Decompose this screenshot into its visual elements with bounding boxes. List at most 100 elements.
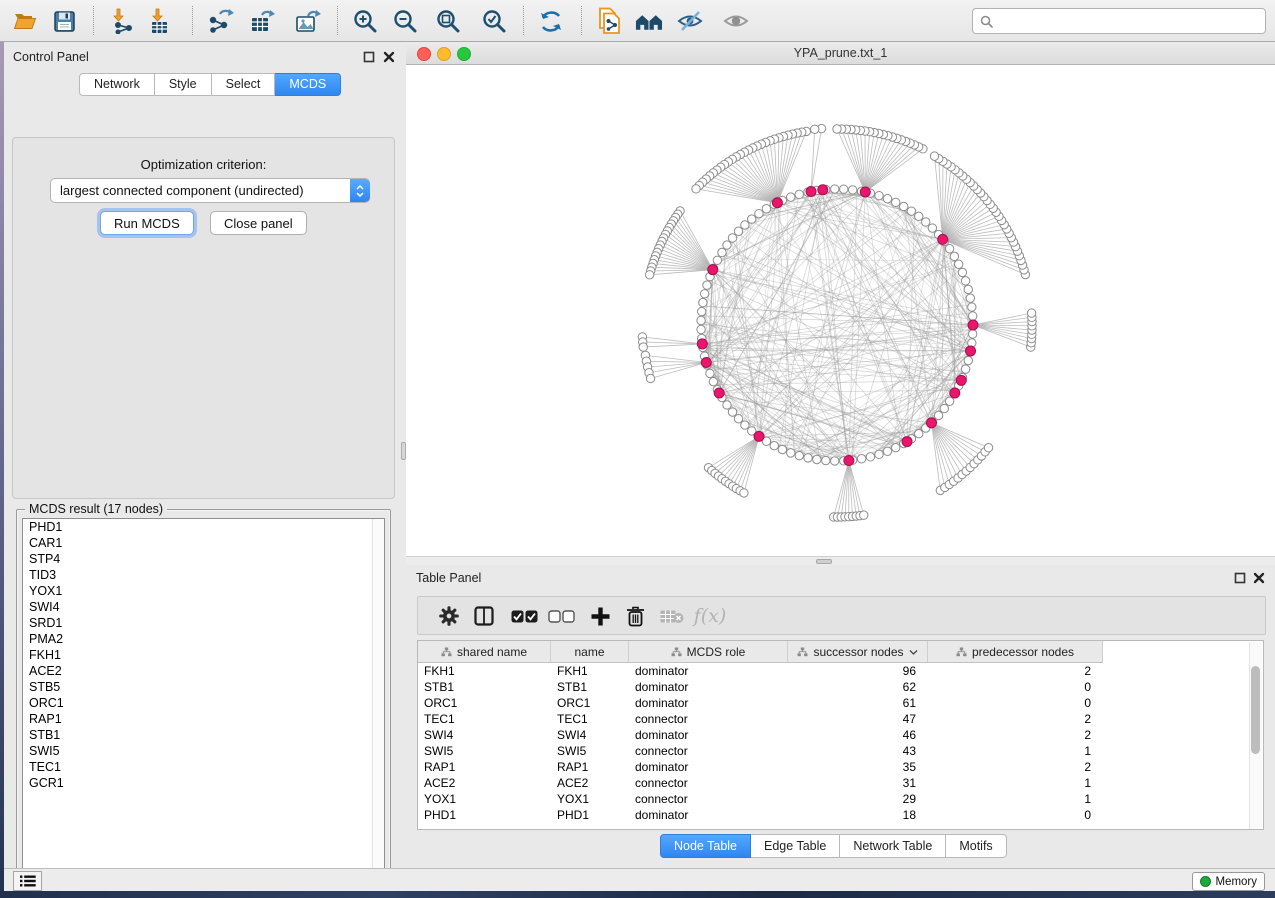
network-node[interactable] [755, 209, 763, 217]
network-node[interactable] [723, 401, 731, 409]
network-node[interactable] [706, 369, 714, 377]
table-cell[interactable]: 35 [788, 759, 928, 775]
network-node[interactable] [968, 303, 976, 311]
network-node[interactable] [795, 190, 803, 198]
column-header-predecessor-nodes[interactable]: predecessor nodes [928, 641, 1103, 662]
table-cell[interactable]: TEC1 [551, 711, 629, 727]
clone-network-icon[interactable] [595, 7, 623, 35]
network-node[interactable] [964, 356, 972, 364]
table-row[interactable]: SWI5SWI5connector431 [418, 743, 1103, 759]
maximize-window-icon[interactable] [457, 47, 471, 61]
table-cell[interactable]: 0 [928, 679, 1103, 695]
network-node[interactable] [875, 191, 883, 199]
mcds-node[interactable] [956, 375, 966, 385]
tab-select[interactable]: Select [212, 73, 276, 96]
save-icon[interactable] [50, 7, 78, 35]
export-image-icon[interactable] [294, 7, 322, 35]
mcds-list-scrollbar[interactable] [372, 519, 384, 876]
network-canvas[interactable] [406, 65, 1275, 556]
network-node[interactable] [922, 218, 930, 226]
network-node[interactable] [892, 443, 900, 451]
table-row[interactable]: SWI4SWI4dominator462 [418, 727, 1103, 743]
network-node[interactable] [718, 248, 726, 256]
close-panel-icon[interactable] [383, 50, 395, 68]
mcds-node[interactable] [818, 185, 828, 195]
leaf-node[interactable] [639, 343, 647, 351]
mcds-node[interactable] [844, 455, 854, 465]
tab-network[interactable]: Network [79, 73, 155, 96]
node-table[interactable]: shared namenameMCDS rolesuccessor nodesp… [417, 640, 1264, 830]
network-node[interactable] [831, 185, 839, 193]
table-cell[interactable]: dominator [629, 663, 788, 679]
network-node[interactable] [883, 447, 891, 455]
zoom-selected-icon[interactable] [480, 7, 508, 35]
table-cell[interactable]: ACE2 [418, 775, 551, 791]
task-history-button[interactable] [13, 871, 42, 891]
network-node[interactable] [866, 453, 874, 461]
network-node[interactable] [804, 454, 812, 462]
table-cell[interactable]: 18 [788, 807, 928, 823]
table-cell[interactable]: connector [629, 775, 788, 791]
export-network-icon[interactable] [207, 7, 235, 35]
mcds-node[interactable] [697, 339, 707, 349]
network-node[interactable] [961, 365, 969, 373]
mcds-result-item[interactable]: ACE2 [23, 663, 384, 679]
network-graph[interactable] [406, 65, 1275, 556]
network-node[interactable] [907, 207, 915, 215]
network-node[interactable] [961, 277, 969, 285]
mcds-node[interactable] [860, 187, 870, 197]
mcds-result-item[interactable]: STP4 [23, 551, 384, 567]
table-cell[interactable]: 0 [928, 807, 1103, 823]
table-cell[interactable]: PHD1 [551, 807, 629, 823]
mcds-result-item[interactable]: TID3 [23, 567, 384, 583]
table-cell[interactable]: SWI4 [551, 727, 629, 743]
network-node[interactable] [748, 215, 756, 223]
network-node[interactable] [741, 221, 749, 229]
float-panel-icon[interactable] [363, 50, 375, 68]
network-node[interactable] [915, 212, 923, 220]
memory-button[interactable]: Memory [1192, 872, 1265, 891]
mcds-result-item[interactable]: ORC1 [23, 695, 384, 711]
show-details-eye-icon[interactable] [723, 7, 751, 35]
mcds-result-list[interactable]: PHD1CAR1STP4TID3YOX1SWI4SRD1PMA2FKH1ACE2… [22, 518, 385, 877]
deselect-all-icon[interactable] [547, 602, 575, 630]
tab-network-table[interactable]: Network Table [840, 834, 946, 858]
tab-mcds[interactable]: MCDS [275, 73, 341, 96]
network-node[interactable] [713, 256, 721, 264]
import-network-icon[interactable] [110, 7, 138, 35]
tab-node-table[interactable]: Node Table [660, 834, 751, 858]
split-columns-icon[interactable] [470, 602, 498, 630]
mcds-node[interactable] [968, 320, 978, 330]
network-node[interactable] [928, 224, 936, 232]
leaf-node[interactable] [740, 489, 748, 497]
table-scrollbar[interactable] [1249, 642, 1262, 829]
splitter-handle[interactable] [816, 559, 832, 564]
table-row[interactable]: STB1STB1dominator620 [418, 679, 1103, 695]
tab-motifs[interactable]: Motifs [946, 834, 1006, 858]
table-cell[interactable]: FKH1 [418, 663, 551, 679]
tab-edge-table[interactable]: Edge Table [751, 834, 840, 858]
mcds-node[interactable] [806, 186, 816, 196]
network-node[interactable] [875, 450, 883, 458]
settings-gear-icon[interactable] [435, 602, 463, 630]
network-node[interactable] [778, 445, 786, 453]
network-node[interactable] [969, 330, 977, 338]
leaf-node[interactable] [810, 125, 818, 133]
table-cell[interactable]: FKH1 [551, 663, 629, 679]
table-row[interactable]: TEC1TEC1connector472 [418, 711, 1103, 727]
network-node[interactable] [787, 193, 795, 201]
mcds-result-item[interactable]: PMA2 [23, 631, 384, 647]
mcds-node[interactable] [701, 357, 711, 367]
mcds-node[interactable] [754, 431, 764, 441]
network-node[interactable] [940, 404, 948, 412]
network-node[interactable] [964, 285, 972, 293]
table-cell[interactable]: 2 [928, 727, 1103, 743]
network-node[interactable] [723, 241, 731, 249]
mcds-result-item[interactable]: STB5 [23, 679, 384, 695]
table-cell[interactable]: 1 [928, 791, 1103, 807]
network-node[interactable] [787, 449, 795, 457]
table-cell[interactable]: RAP1 [418, 759, 551, 775]
network-node[interactable] [697, 316, 705, 324]
network-node[interactable] [899, 202, 907, 210]
table-cell[interactable]: 31 [788, 775, 928, 791]
